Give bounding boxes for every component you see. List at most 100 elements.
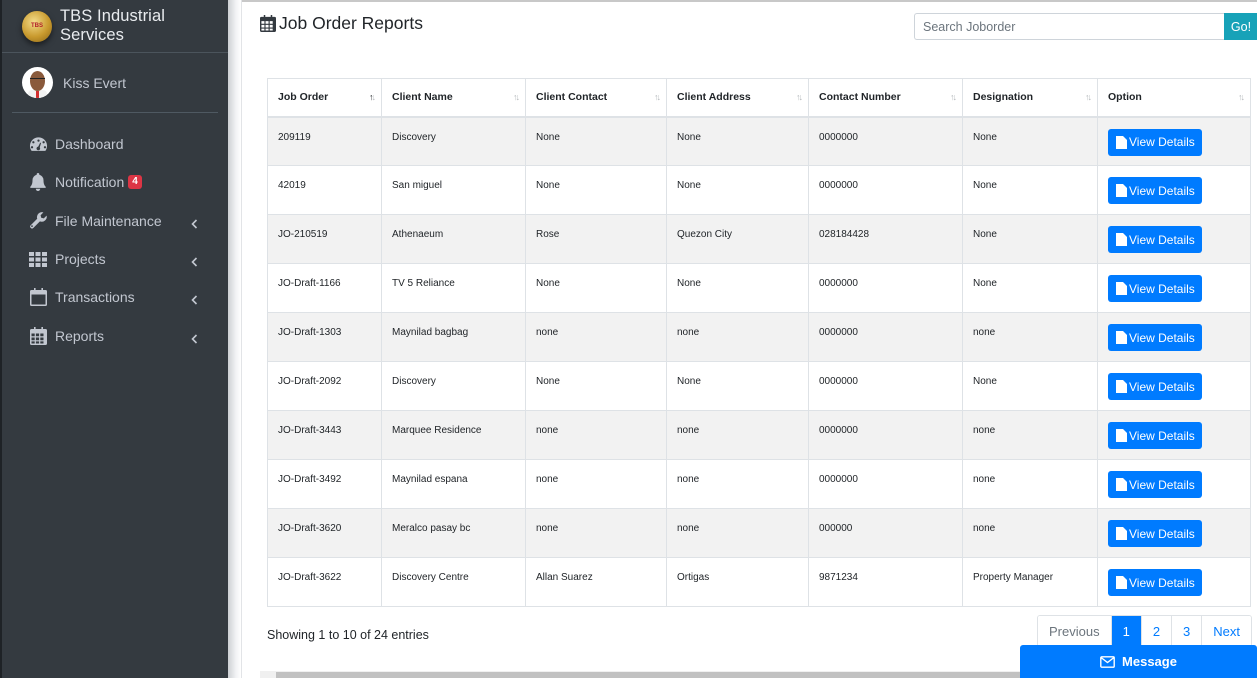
calendar-grid-icon	[28, 326, 48, 345]
view-details-button[interactable]: View Details	[1108, 520, 1202, 547]
cell-client-contact: None	[525, 263, 667, 313]
view-details-label: View Details	[1129, 428, 1195, 443]
sidebar-item-notification[interactable]: Notification 4	[12, 163, 218, 201]
file-icon	[1116, 331, 1127, 344]
table-info: Showing 1 to 10 of 24 entries	[267, 628, 429, 642]
cell-client-address: none	[666, 312, 809, 362]
brand-logo: TBS	[22, 10, 52, 42]
cell-option: View Details	[1097, 410, 1251, 460]
cell-option: View Details	[1097, 508, 1251, 558]
cell-designation: none	[962, 312, 1098, 362]
view-details-button[interactable]: View Details	[1108, 471, 1202, 498]
cell-option: View Details	[1097, 263, 1251, 313]
cell-job-order: JO-210519	[267, 214, 382, 264]
pagination-previous[interactable]: Previous	[1038, 616, 1111, 646]
calendar-icon	[28, 288, 48, 307]
cell-job-order: JO-Draft-3622	[267, 557, 382, 607]
cell-contact-number: 0000000	[808, 263, 963, 313]
cell-contact-number: 9871234	[808, 557, 963, 607]
cell-option: View Details	[1097, 165, 1251, 215]
grid-icon	[28, 250, 48, 268]
avatar	[22, 67, 53, 98]
sidebar-item-dashboard[interactable]: Dashboard	[12, 125, 218, 163]
column-header-option[interactable]: Option ↑↓	[1097, 78, 1251, 118]
column-header-designation[interactable]: Designation ↑↓	[962, 78, 1098, 118]
cell-designation: Property Manager	[962, 557, 1098, 607]
view-details-button[interactable]: View Details	[1108, 373, 1202, 400]
cell-client-address: None	[666, 165, 809, 215]
view-details-label: View Details	[1129, 477, 1195, 492]
envelope-icon	[1100, 655, 1115, 668]
cell-job-order: JO-Draft-1166	[267, 263, 382, 313]
cell-client-contact: None	[525, 165, 667, 215]
cell-designation: None	[962, 263, 1098, 313]
sidebar-nav: Dashboard Notification 4 File Maintenanc…	[2, 125, 228, 355]
cell-client-contact: Rose	[525, 214, 667, 264]
file-icon	[1116, 135, 1127, 149]
cell-designation: None	[962, 214, 1098, 264]
view-details-button[interactable]: View Details	[1108, 569, 1202, 596]
cell-job-order: JO-Draft-2092	[267, 361, 382, 411]
sidebar-item-transactions[interactable]: Transactions	[12, 278, 218, 316]
search-bar: Go!	[914, 13, 1257, 40]
column-header-client-address[interactable]: Client Address ↑↓	[666, 78, 809, 118]
column-header-contact-number[interactable]: Contact Number ↑↓	[808, 78, 963, 118]
calendar-icon	[260, 15, 276, 32]
sidebar-item-projects[interactable]: Projects	[12, 240, 218, 278]
pagination-next[interactable]: Next	[1201, 616, 1252, 646]
scrollbar-thumb[interactable]	[276, 672, 1020, 678]
cell-client-contact: None	[525, 361, 667, 411]
column-header-client-contact[interactable]: Client Contact ↑↓	[525, 78, 667, 118]
pagination-page-3[interactable]: 3	[1171, 616, 1202, 646]
cell-client-name: Maynilad espana	[381, 459, 526, 509]
view-details-button[interactable]: View Details	[1108, 128, 1202, 156]
view-details-button[interactable]: View Details	[1108, 324, 1202, 351]
cell-client-address: Ortigas	[666, 557, 809, 607]
search-go-button[interactable]: Go!	[1224, 13, 1257, 40]
sidebar-item-file-maintenance[interactable]: File Maintenance	[12, 202, 218, 240]
cell-client-contact: none	[525, 410, 667, 460]
cell-client-contact: None	[525, 116, 667, 166]
view-details-label: View Details	[1129, 232, 1195, 247]
brand-link[interactable]: TBS TBS Industrial Services	[2, 0, 228, 53]
sidebar: TBS TBS Industrial Services Kiss Evert D…	[0, 0, 228, 678]
file-icon	[1116, 478, 1127, 491]
sidebar-item-reports[interactable]: Reports	[12, 316, 218, 354]
cell-contact-number: 000000	[808, 508, 963, 558]
pagination-page-1[interactable]: 1	[1110, 616, 1141, 646]
message-button[interactable]: Message	[1020, 645, 1257, 678]
pagination: Previous 1 2 3 Next	[1037, 615, 1253, 647]
page-title: Job Order Reports	[260, 13, 423, 34]
cell-client-contact: none	[525, 459, 667, 509]
view-details-button[interactable]: View Details	[1108, 275, 1202, 302]
column-header-label: Client Name	[392, 91, 453, 104]
job-order-table: Job Order ↑↓ Client Name ↑↓ Client Contact…	[267, 78, 1251, 607]
cell-client-address: None	[666, 361, 809, 411]
job-order-table-wrapper: Job Order ↑↓ Client Name ↑↓ Client Contact…	[267, 78, 1251, 607]
view-details-button[interactable]: View Details	[1108, 226, 1202, 253]
user-panel[interactable]: Kiss Evert	[12, 53, 218, 113]
column-header-label: Contact Number	[819, 91, 901, 104]
view-details-button[interactable]: View Details	[1108, 177, 1202, 204]
sort-icon: ↑↓	[654, 92, 661, 103]
cell-client-name: Maynilad bagbag	[381, 312, 526, 362]
file-icon	[1116, 184, 1127, 197]
cell-option: View Details	[1097, 557, 1251, 607]
pagination-page-2[interactable]: 2	[1140, 616, 1172, 646]
sidebar-item-label: File Maintenance	[55, 212, 162, 229]
column-header-label: Option	[1108, 91, 1142, 104]
column-header-client-name[interactable]: Client Name ↑↓	[381, 78, 526, 118]
table-row: JO-Draft-3492 Maynilad espana none none 0000…	[267, 459, 1251, 509]
view-details-label: View Details	[1129, 379, 1195, 394]
view-details-button[interactable]: View Details	[1108, 422, 1202, 449]
table-header-row: Job Order ↑↓ Client Name ↑↓ Client Contact…	[267, 78, 1251, 118]
cell-job-order: JO-Draft-3620	[267, 508, 382, 558]
cell-contact-number: 0000000	[808, 410, 963, 460]
cell-client-name: Meralco pasay bc	[381, 508, 526, 558]
view-details-label: View Details	[1129, 183, 1195, 198]
chevron-left-icon	[191, 216, 198, 229]
search-input[interactable]	[914, 13, 1224, 40]
horizontal-scrollbar[interactable]	[260, 671, 1020, 678]
cell-designation: None	[962, 116, 1098, 166]
column-header-job-order[interactable]: Job Order ↑↓	[267, 78, 382, 118]
